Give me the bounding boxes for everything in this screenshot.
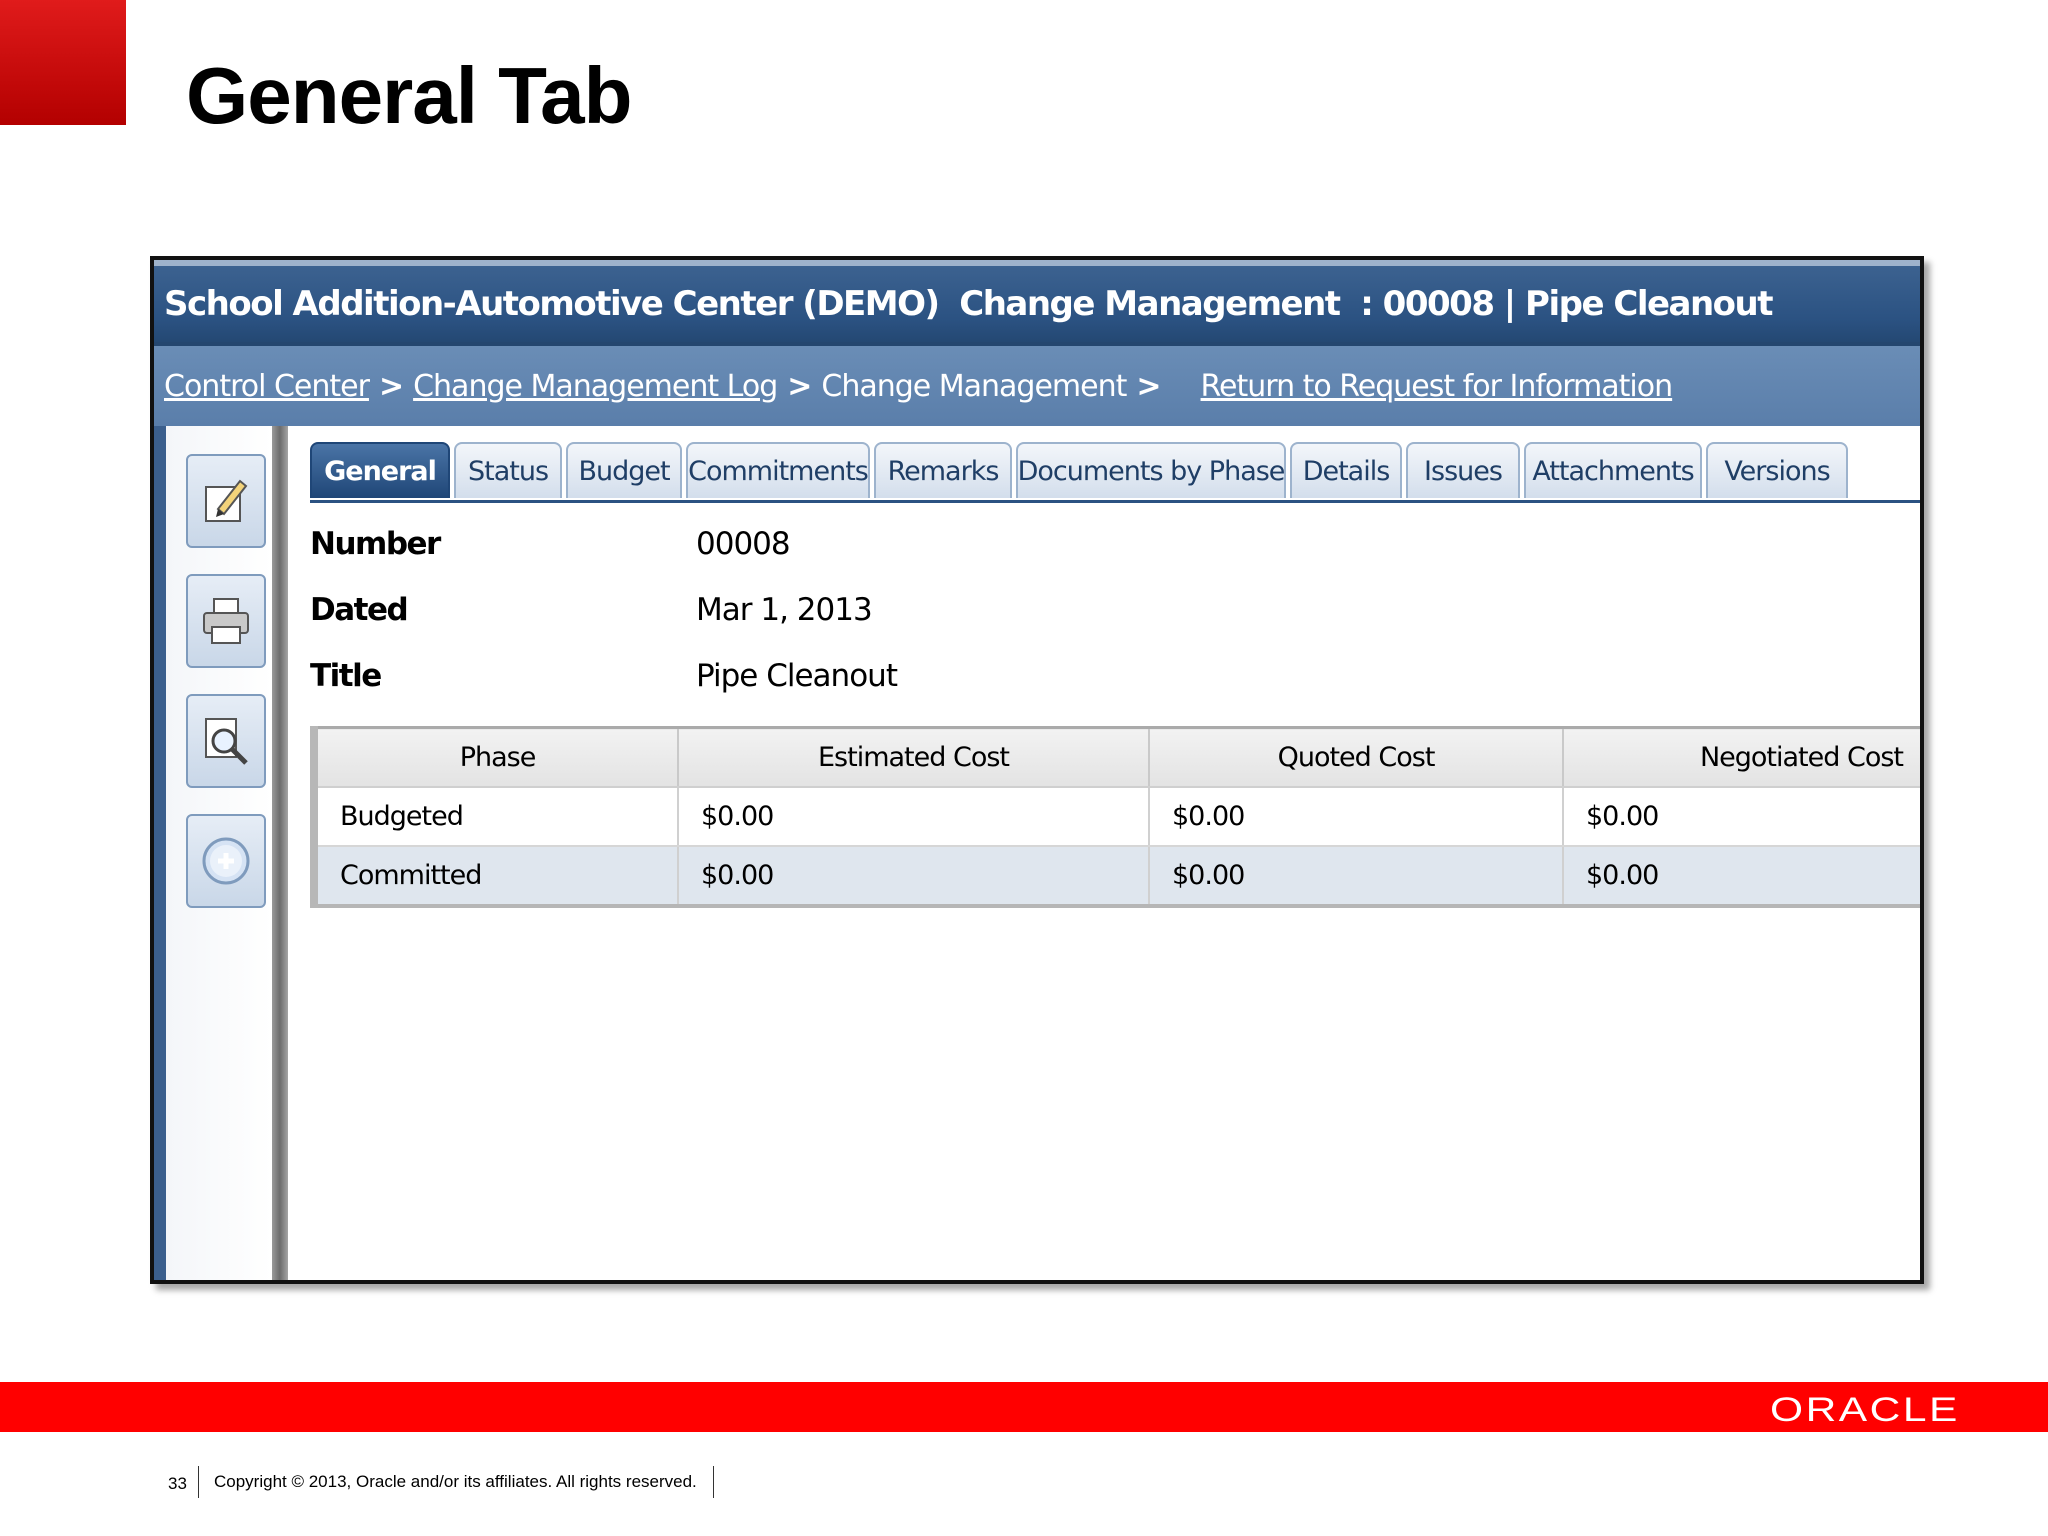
breadcrumb-separator: > bbox=[787, 368, 812, 404]
cell-quoted-cost: $0.00 bbox=[1149, 846, 1564, 908]
page-number: 33 bbox=[168, 1474, 187, 1493]
breadcrumb-separator: > bbox=[378, 368, 404, 404]
tab-budget[interactable]: Budget bbox=[566, 442, 682, 498]
slide-accent-square bbox=[0, 0, 126, 125]
tab-documents-by-phase[interactable]: Documents by Phase bbox=[1016, 442, 1286, 498]
table-row[interactable]: Committed $0.00 $0.00 $0.00 bbox=[314, 846, 1920, 908]
title-value: Pipe Cleanout bbox=[696, 658, 898, 694]
header-module: Change Management bbox=[959, 284, 1341, 324]
breadcrumb-change-management-log[interactable]: Change Management Log bbox=[413, 369, 778, 404]
title-label: Title bbox=[310, 658, 382, 694]
slide-title: General Tab bbox=[186, 51, 632, 140]
breadcrumb-change-management: Change Management bbox=[821, 368, 1127, 404]
header-phase[interactable]: Phase bbox=[314, 727, 679, 788]
return-to-rfi-link[interactable]: Return to Request for Information bbox=[1201, 369, 1674, 404]
edit-icon bbox=[205, 479, 248, 522]
tab-issues[interactable]: Issues bbox=[1406, 442, 1520, 498]
header-project: School Addition-Automotive Center (DEMO) bbox=[164, 284, 940, 324]
dated-value: Mar 1, 2013 bbox=[696, 592, 873, 628]
header-record: : 00008 | Pipe Cleanout bbox=[1360, 284, 1773, 324]
cell-quoted-cost: $0.00 bbox=[1149, 787, 1564, 847]
tab-general[interactable]: General bbox=[310, 442, 450, 498]
tab-versions[interactable]: Versions bbox=[1706, 442, 1848, 498]
tab-strip: General Status Budget Commitments Remark… bbox=[310, 442, 1920, 503]
panel-splitter[interactable] bbox=[272, 426, 288, 1280]
cell-phase: Budgeted bbox=[314, 787, 679, 847]
oracle-logo: ORACLE bbox=[1770, 1391, 1960, 1429]
number-label: Number bbox=[310, 526, 441, 562]
side-toolbar bbox=[166, 426, 272, 1280]
add-icon bbox=[202, 837, 250, 885]
footer-bar: ORACLE bbox=[0, 1382, 2048, 1432]
breadcrumb-control-center[interactable]: Control Center bbox=[164, 369, 370, 404]
cost-table: Phase Estimated Cost Quoted Cost Negotia… bbox=[310, 726, 1920, 908]
table-row[interactable]: Budgeted $0.00 $0.00 $0.00 bbox=[314, 787, 1920, 847]
edit-button[interactable] bbox=[186, 454, 266, 548]
app-header: School Addition-Automotive Center (DEMO)… bbox=[154, 260, 1920, 342]
cost-table-header: Phase Estimated Cost Quoted Cost Negotia… bbox=[314, 727, 1920, 788]
tab-remarks[interactable]: Remarks bbox=[874, 442, 1012, 498]
header-negotiated-cost[interactable]: Negotiated Cost bbox=[1563, 727, 1920, 788]
cell-negotiated-cost: $0.00 bbox=[1563, 846, 1920, 908]
cell-negotiated-cost: $0.00 bbox=[1563, 787, 1920, 847]
tab-commitments[interactable]: Commitments bbox=[686, 442, 870, 498]
header-quoted-cost[interactable]: Quoted Cost bbox=[1149, 727, 1564, 788]
copyright-text: Copyright © 2013, Oracle and/or its affi… bbox=[214, 1472, 697, 1491]
preview-icon bbox=[205, 718, 248, 765]
number-value: 00008 bbox=[696, 526, 791, 562]
header-estimated-cost[interactable]: Estimated Cost bbox=[678, 727, 1150, 788]
preview-button[interactable] bbox=[186, 694, 266, 788]
cell-phase: Committed bbox=[314, 846, 679, 908]
print-button[interactable] bbox=[186, 574, 266, 668]
add-button[interactable] bbox=[186, 814, 266, 908]
breadcrumb-separator: > bbox=[1136, 368, 1161, 404]
breadcrumb: Control Center > Change Management Log >… bbox=[154, 342, 1920, 426]
cell-estimated-cost: $0.00 bbox=[678, 787, 1150, 847]
footer-divider bbox=[713, 1466, 714, 1498]
footer-divider bbox=[198, 1466, 199, 1498]
dated-label: Dated bbox=[310, 592, 409, 628]
left-edge-strip bbox=[154, 426, 166, 1280]
tab-status[interactable]: Status bbox=[454, 442, 562, 498]
print-icon bbox=[203, 598, 249, 644]
app-screenshot: School Addition-Automotive Center (DEMO)… bbox=[150, 256, 1924, 1284]
tab-details[interactable]: Details bbox=[1290, 442, 1402, 498]
tab-attachments[interactable]: Attachments bbox=[1524, 442, 1702, 498]
cell-estimated-cost: $0.00 bbox=[678, 846, 1150, 908]
